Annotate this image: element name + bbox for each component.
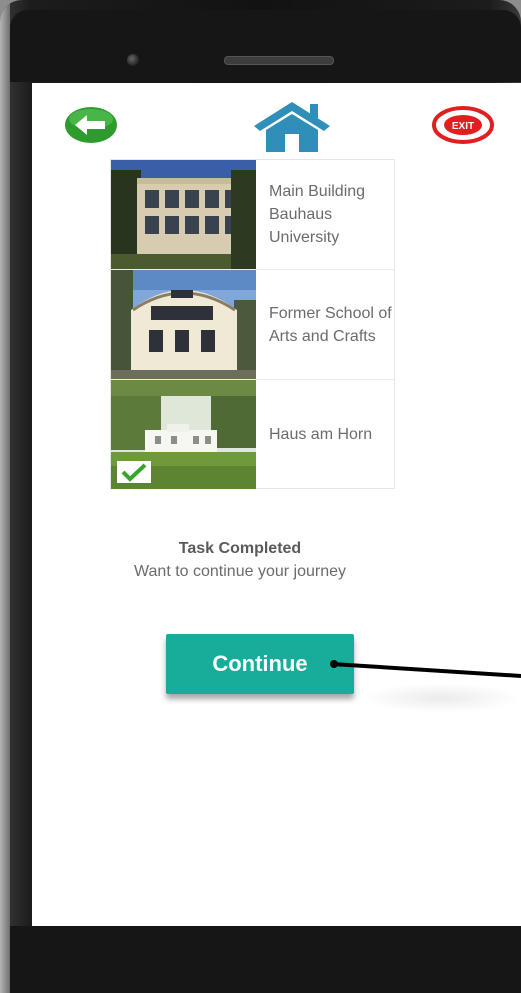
exit-label: EXIT xyxy=(452,121,474,132)
button-shadow xyxy=(362,683,521,713)
place-photo xyxy=(111,380,256,489)
camera-icon xyxy=(127,54,139,66)
home-button[interactable] xyxy=(250,98,334,154)
back-button[interactable] xyxy=(63,105,119,145)
back-arrow-icon xyxy=(65,107,117,143)
phone-bottom-bezel xyxy=(10,926,521,993)
phone-edge xyxy=(0,0,10,993)
place-name: Former School of Arts and Crafts xyxy=(269,304,392,345)
check-icon xyxy=(117,461,151,483)
list-item[interactable]: Main Building Bauhaus University xyxy=(111,160,394,270)
app-screen: EXIT Main Building Bauhaus University Fo… xyxy=(32,83,521,926)
list-item[interactable]: Former School of Arts and Crafts xyxy=(111,270,394,380)
task-status-subtitle: Want to continue your journey xyxy=(134,563,346,580)
home-icon xyxy=(254,102,330,152)
exit-button[interactable]: EXIT xyxy=(431,105,495,145)
exit-icon: EXIT xyxy=(432,106,494,144)
place-name: Haus am Horn xyxy=(269,426,373,443)
phone-top-bezel xyxy=(10,10,521,82)
task-status-title: Task Completed xyxy=(178,540,302,557)
phone-frame: EXIT Main Building Bauhaus University Fo… xyxy=(0,0,521,993)
place-name: Main Building Bauhaus University xyxy=(269,183,366,246)
place-photo xyxy=(111,160,256,269)
list-item[interactable]: Haus am Horn xyxy=(111,380,394,489)
places-list: Main Building Bauhaus University Former … xyxy=(110,159,395,489)
place-photo xyxy=(111,270,256,379)
speaker-grille xyxy=(224,56,334,65)
continue-button[interactable]: Continue xyxy=(166,634,354,694)
